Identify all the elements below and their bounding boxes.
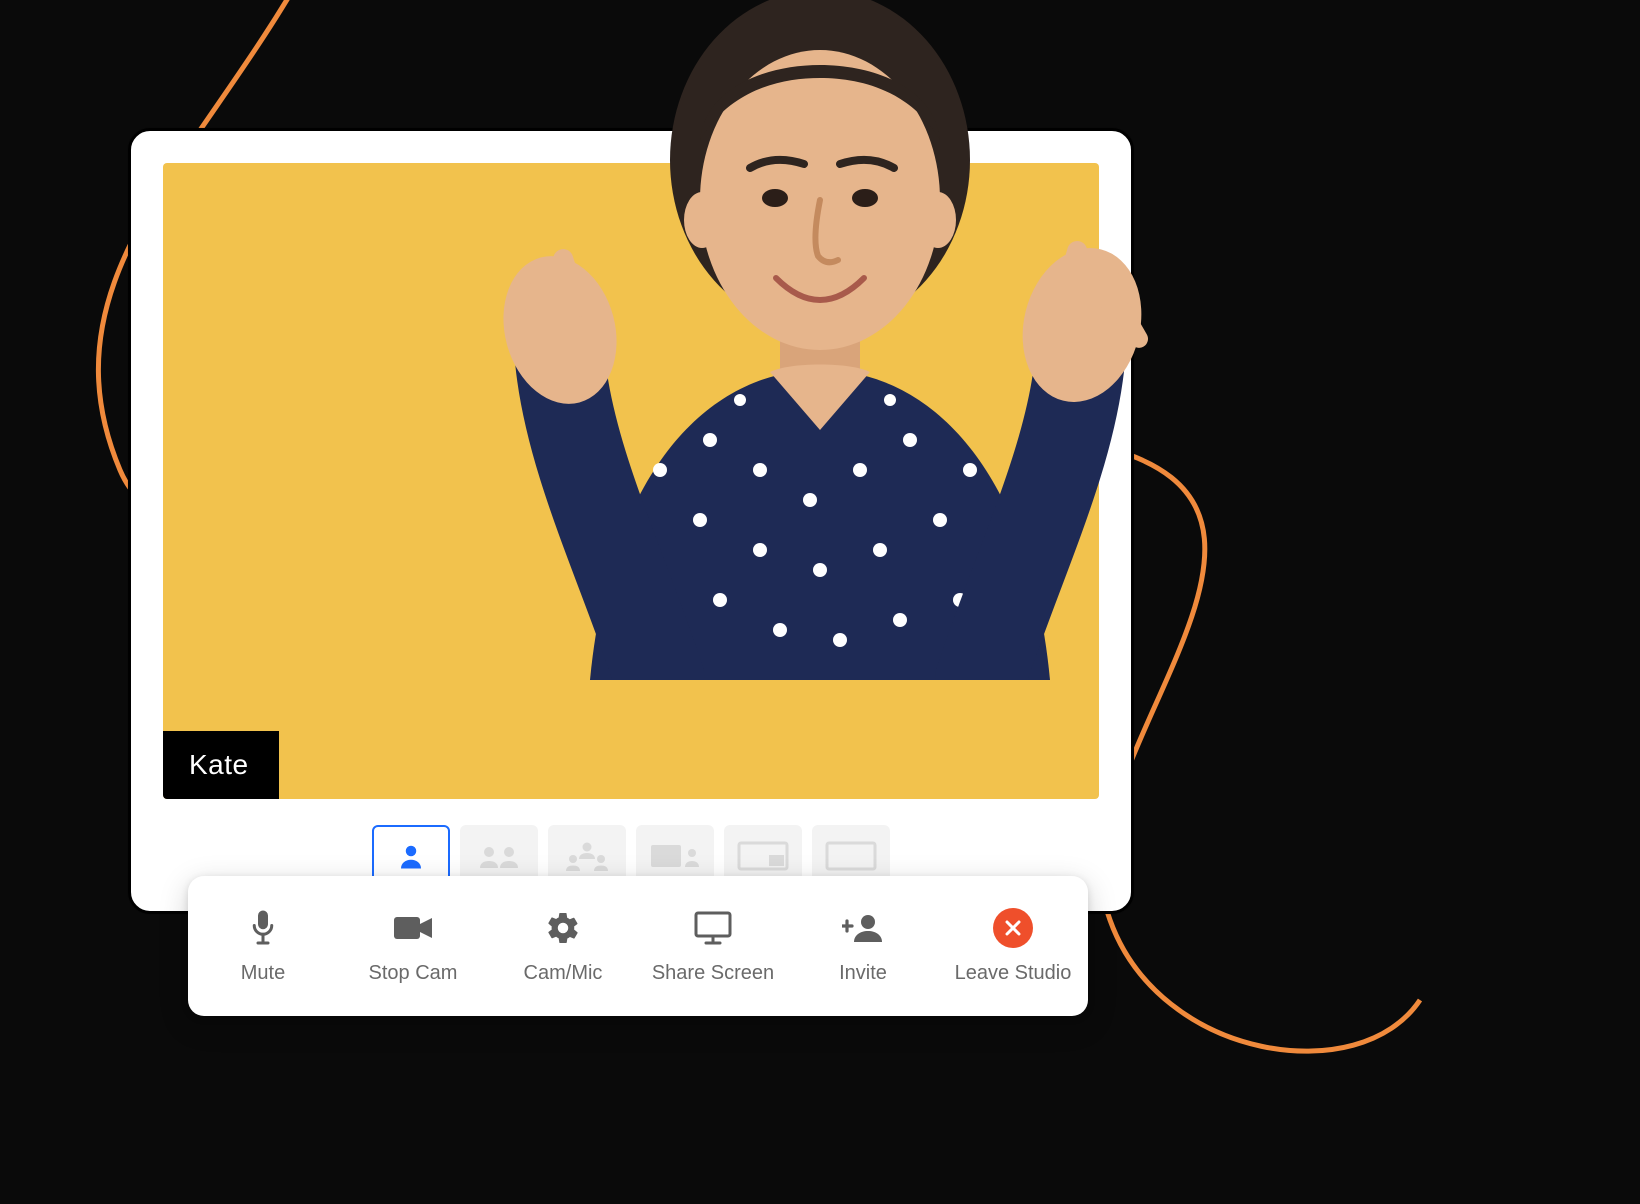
control-toolbar: Mute Stop Cam Cam/Mic Share Screen Invit… xyxy=(188,876,1088,1016)
participant-name-badge: Kate xyxy=(163,731,279,799)
leave-studio-label: Leave Studio xyxy=(955,962,1072,985)
stop-cam-button[interactable]: Stop Cam xyxy=(338,876,488,1016)
invite-button[interactable]: Invite xyxy=(788,876,938,1016)
stop-cam-label: Stop Cam xyxy=(369,962,458,985)
camera-icon xyxy=(392,908,434,948)
close-icon xyxy=(993,908,1033,948)
participant-name: Kate xyxy=(189,749,249,780)
gear-icon xyxy=(545,908,581,948)
cam-mic-settings-button[interactable]: Cam/Mic xyxy=(488,876,638,1016)
studio-window: Kate xyxy=(128,128,1134,914)
mute-label: Mute xyxy=(241,962,285,985)
monitor-icon xyxy=(693,908,733,948)
share-screen-label: Share Screen xyxy=(652,962,774,985)
share-screen-button[interactable]: Share Screen xyxy=(638,876,788,1016)
add-person-icon xyxy=(842,908,884,948)
microphone-icon xyxy=(248,908,278,948)
mute-button[interactable]: Mute xyxy=(188,876,338,1016)
video-feed: Kate xyxy=(163,163,1099,799)
cam-mic-label: Cam/Mic xyxy=(524,962,603,985)
invite-label: Invite xyxy=(839,962,887,985)
leave-studio-button[interactable]: Leave Studio xyxy=(938,876,1088,1016)
